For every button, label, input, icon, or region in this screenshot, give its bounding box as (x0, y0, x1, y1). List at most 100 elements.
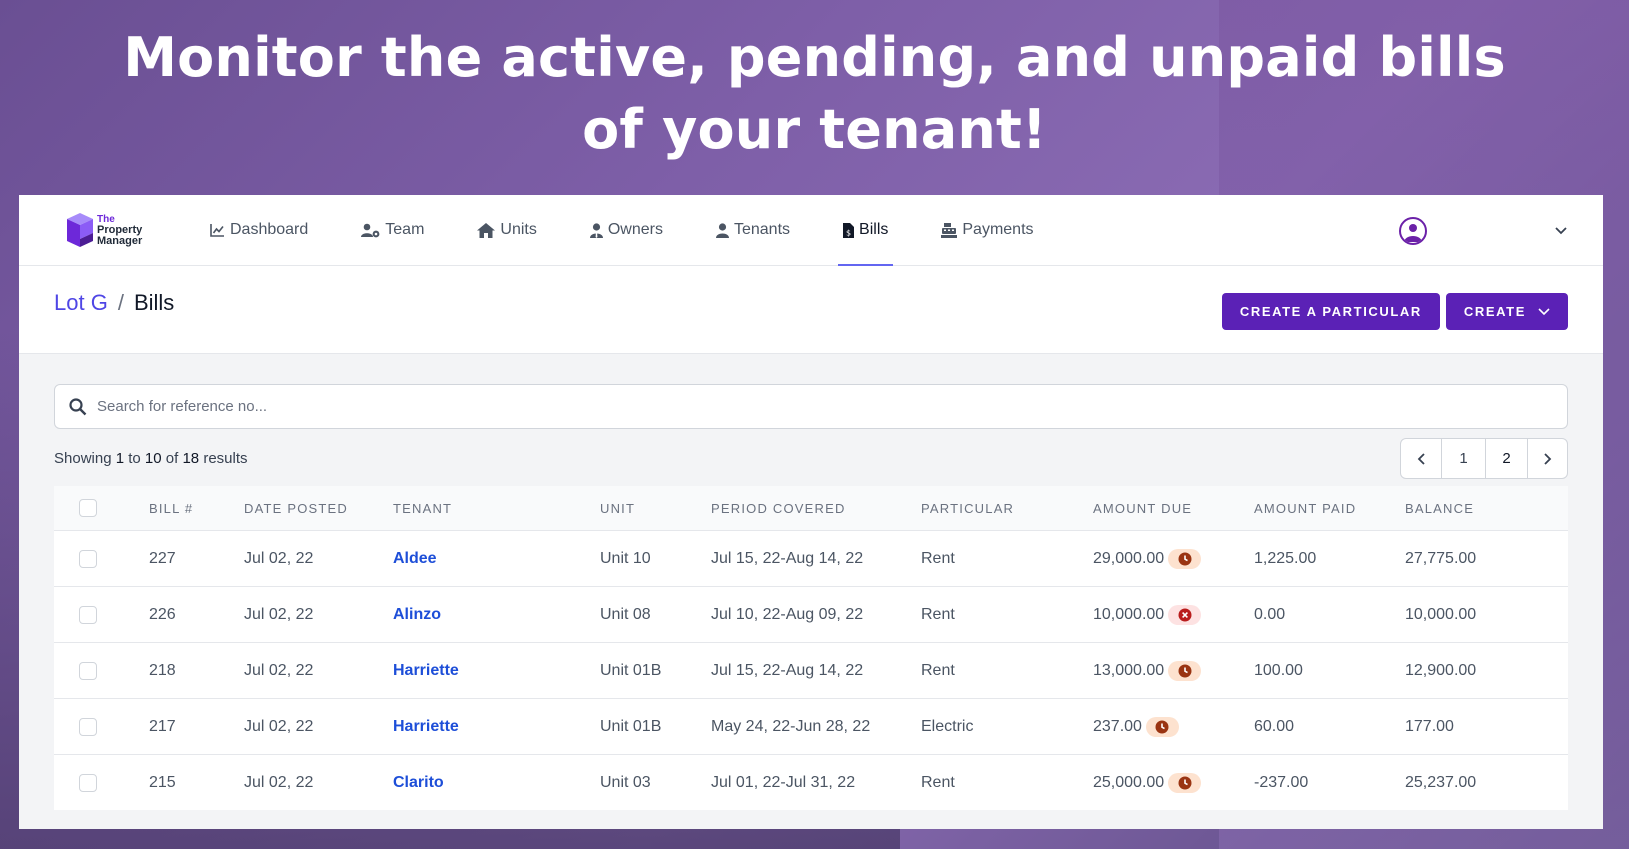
main-nav: Dashboard Team Units Owners Tenants $ Bi… (205, 195, 1082, 266)
table-row[interactable]: 227 Jul 02, 22 Aldee Unit 10 Jul 15, 22-… (54, 530, 1568, 586)
date-posted: Jul 02, 22 (244, 605, 314, 623)
header-period: PERIOD COVERED (711, 500, 846, 516)
tenant-link[interactable]: Harriette (393, 662, 459, 679)
chevron-left-icon (1417, 452, 1425, 465)
header-balance: BALANCE (1405, 500, 1475, 516)
particular: Electric (921, 717, 974, 735)
row-select-cell (54, 773, 149, 792)
table-row[interactable]: 218 Jul 02, 22 Harriette Unit 01B Jul 15… (54, 642, 1568, 698)
table-body: 227 Jul 02, 22 Aldee Unit 10 Jul 15, 22-… (54, 530, 1568, 810)
promo-headline: Monitor the active, pending, and unpaid … (123, 26, 1506, 161)
row-select-cell (54, 549, 149, 568)
amount-paid: 0.00 (1254, 605, 1286, 623)
row-checkbox[interactable] (79, 773, 97, 792)
home-icon (477, 222, 496, 238)
tenant-link[interactable]: Alinzo (393, 606, 441, 623)
search-input[interactable] (97, 398, 697, 415)
results-of-word: of (165, 450, 179, 467)
pending-clock-icon (1178, 552, 1192, 565)
unit: Unit 03 (600, 773, 651, 791)
bill-number: 226 (149, 605, 176, 623)
create-dropdown-button[interactable]: CREATE (1445, 293, 1568, 330)
nav-label: Payments (962, 221, 1034, 238)
brand-line-2: Property (97, 223, 143, 236)
status-badge (1168, 772, 1202, 793)
nav-label: Dashboard (230, 221, 309, 238)
tenant-link[interactable]: Aldee (393, 550, 437, 567)
breadcrumb: Lot G / Bills (54, 290, 174, 316)
results-to: 10 (144, 450, 162, 467)
nav-bills[interactable]: $ Bills (838, 195, 894, 266)
breadcrumb-parent-link[interactable]: Lot G (54, 290, 108, 316)
header-particular: PARTICULAR (921, 500, 1015, 516)
header-amount-due: AMOUNT DUE (1093, 500, 1193, 516)
amount-due-cell: 29,000.00 (1093, 548, 1254, 569)
nav-dashboard[interactable]: Dashboard (205, 195, 313, 266)
row-checkbox[interactable] (79, 717, 97, 736)
row-select-cell (54, 661, 149, 680)
nav-owners[interactable]: Owners (585, 195, 668, 266)
row-checkbox[interactable] (79, 605, 97, 624)
bill-number: 218 (149, 661, 176, 679)
table-row[interactable]: 226 Jul 02, 22 Alinzo Unit 08 Jul 10, 22… (54, 586, 1568, 642)
amount-due-cell: 25,000.00 (1093, 772, 1254, 793)
page-1-button[interactable]: 1 (1441, 439, 1485, 478)
status-badge (1168, 548, 1202, 569)
amount-due: 237.00 (1093, 717, 1142, 735)
next-page-button[interactable] (1527, 439, 1567, 478)
cash-register-icon (941, 222, 958, 238)
amount-due: 25,000.00 (1093, 773, 1165, 791)
nav-tenants[interactable]: Tenants (711, 195, 795, 266)
nav-units[interactable]: Units (472, 195, 541, 266)
chevron-down-icon[interactable] (1555, 226, 1567, 235)
user-icon (715, 222, 729, 238)
app-window: The Property Manager Dashboard Team Unit… (19, 195, 1603, 829)
nav-payments[interactable]: Payments (936, 195, 1038, 266)
row-checkbox[interactable] (79, 549, 97, 568)
tenant-cell: Harriette (393, 718, 600, 736)
row-checkbox[interactable] (79, 661, 97, 680)
date-posted: Jul 02, 22 (244, 661, 314, 679)
amount-paid: -237.00 (1254, 773, 1309, 791)
bill-number: 217 (149, 717, 176, 735)
select-all-checkbox[interactable] (79, 499, 97, 517)
amount-due: 10,000.00 (1093, 605, 1165, 623)
select-all-cell (54, 499, 149, 517)
unit: Unit 08 (600, 605, 651, 623)
nav-label: Team (385, 221, 425, 238)
prev-page-button[interactable] (1401, 439, 1441, 478)
row-select-cell (54, 605, 149, 624)
table-header: BILL # DATE POSTED TENANT UNIT PERIOD CO… (54, 486, 1568, 530)
user-menu[interactable] (1399, 195, 1567, 266)
nav-team[interactable]: Team (356, 195, 429, 266)
particular: Rent (921, 661, 955, 679)
avatar-icon[interactable] (1399, 216, 1427, 245)
status-badge (1168, 604, 1202, 625)
date-posted: Jul 02, 22 (244, 717, 314, 735)
page-2-button[interactable]: 2 (1485, 439, 1527, 478)
brand-logo[interactable]: The Property Manager (65, 211, 155, 249)
balance: 12,900.00 (1405, 661, 1477, 679)
tenant-link[interactable]: Clarito (393, 774, 444, 791)
date-posted: Jul 02, 22 (244, 773, 314, 791)
create-particular-button[interactable]: CREATE A PARTICULAR (1221, 293, 1440, 330)
nav-label: Bills (859, 221, 889, 238)
tenant-link[interactable]: Harriette (393, 718, 459, 735)
date-posted: Jul 02, 22 (244, 549, 314, 567)
bills-content: Showing 1 to 10 of 18 results 1 2 (19, 354, 1603, 810)
unit: Unit 01B (600, 717, 662, 735)
nav-label: Units (500, 221, 537, 238)
svg-text:$: $ (846, 228, 851, 237)
table-row[interactable]: 215 Jul 02, 22 Clarito Unit 03 Jul 01, 2… (54, 754, 1568, 810)
header-amount-paid: AMOUNT PAID (1254, 500, 1357, 516)
nav-label: Tenants (733, 221, 791, 238)
header-tenant: TENANT (393, 500, 453, 516)
search-bar[interactable] (54, 384, 1568, 429)
header-date-posted: DATE POSTED (244, 500, 348, 516)
results-total: 18 (182, 450, 200, 467)
brand-name: The Property Manager (97, 214, 142, 247)
table-row[interactable]: 217 Jul 02, 22 Harriette Unit 01B May 24… (54, 698, 1568, 754)
amount-due: 13,000.00 (1093, 661, 1165, 679)
chevron-right-icon (1543, 452, 1551, 465)
amount-due-cell: 10,000.00 (1093, 604, 1254, 625)
